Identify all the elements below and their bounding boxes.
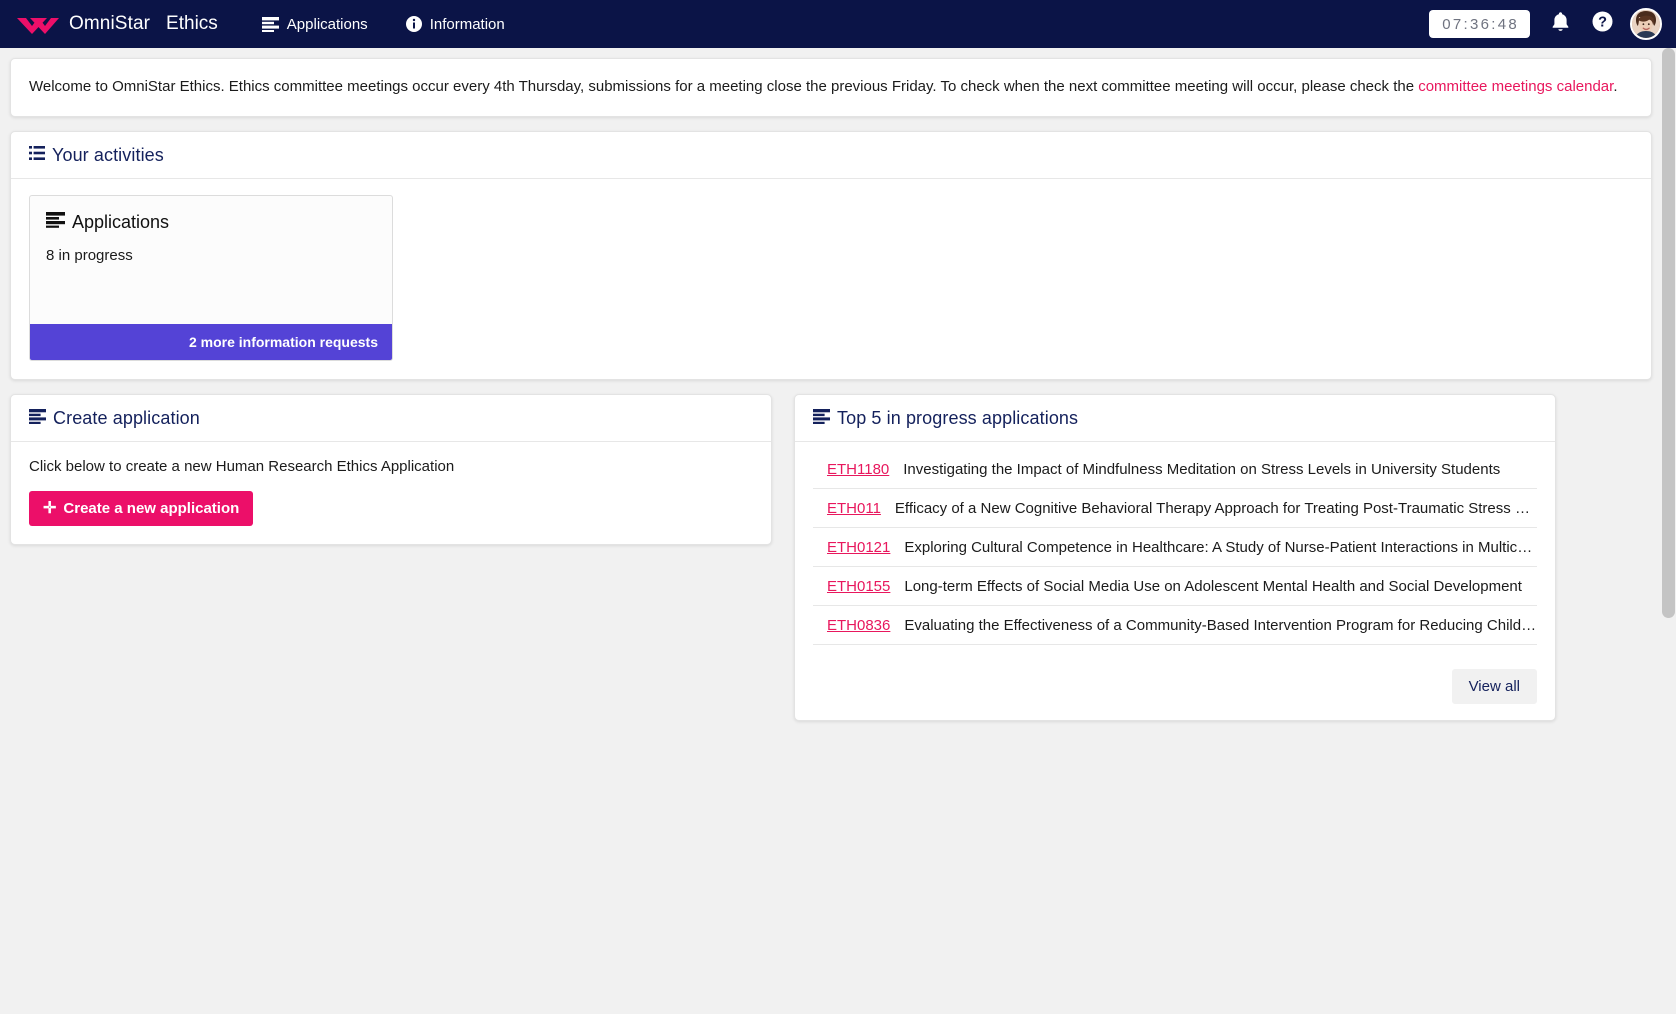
top-applications-header: Top 5 in progress applications (795, 395, 1555, 442)
session-timer: 07:36:48 (1429, 10, 1530, 38)
page-content: Welcome to OmniStar Ethics. Ethics commi… (0, 48, 1676, 1020)
more-information-requests-button[interactable]: 2 more information requests (30, 324, 392, 360)
application-code-link[interactable]: ETH0155 (813, 578, 890, 595)
activity-tile-header: Applications (46, 212, 376, 233)
your-activities-header: Your activities (11, 132, 1651, 179)
activity-tile-subtitle: 8 in progress (46, 247, 133, 264)
top-navigation-bar: OmniStar Ethics Applications Information… (0, 0, 1676, 48)
application-title: Exploring Cultural Competence in Healthc… (904, 539, 1537, 556)
svg-text:?: ? (1598, 15, 1607, 31)
create-application-card: Create application Click below to create… (10, 394, 772, 545)
your-activities-body: Applications 8 in progress 2 more inform… (11, 179, 1651, 379)
create-application-title: Create application (53, 408, 200, 428)
table-row[interactable]: ETH0836 Evaluating the Effectiveness of … (813, 606, 1537, 645)
user-avatar[interactable] (1630, 8, 1662, 40)
list-lines-icon (29, 146, 45, 165)
view-all-button[interactable]: View all (1451, 669, 1537, 704)
list-stack-icon (813, 408, 830, 429)
application-title: Efficacy of a New Cognitive Behavioral T… (894, 500, 1537, 517)
activity-tile-content: Applications 8 in progress (30, 196, 392, 324)
create-new-application-button[interactable]: ✛ Create a new application (29, 491, 254, 526)
create-application-header: Create application (11, 395, 771, 442)
nav-item-applications-label: Applications (286, 15, 368, 33)
welcome-message: Welcome to OmniStar Ethics. Ethics commi… (11, 59, 1651, 116)
application-title: Long-term Effects of Social Media Use on… (904, 578, 1522, 595)
create-application-body: Click below to create a new Human Resear… (11, 442, 771, 544)
vertical-scrollbar-thumb[interactable] (1662, 48, 1675, 618)
top-applications-column: Top 5 in progress applications ETH1180 I… (794, 394, 1556, 735)
application-title: Investigating the Impact of Mindfulness … (903, 461, 1501, 478)
product-name: Ethics (166, 13, 218, 34)
nav-item-information[interactable]: Information (396, 10, 515, 39)
top-applications-footer: View all (795, 655, 1555, 720)
list-stack-icon (261, 16, 279, 32)
list-stack-icon (29, 408, 46, 429)
top-applications-title: Top 5 in progress applications (837, 408, 1079, 428)
question-circle-icon: ? (1592, 11, 1613, 37)
help-button[interactable]: ? (1588, 10, 1616, 38)
nav-item-information-label: Information (429, 15, 505, 33)
welcome-text-before: Welcome to OmniStar Ethics. Ethics commi… (29, 78, 1419, 95)
table-row[interactable]: ETH0155 Long-term Effects of Social Medi… (813, 567, 1537, 606)
create-new-application-label: Create a new application (63, 500, 240, 517)
top-applications-card: Top 5 in progress applications ETH1180 I… (794, 394, 1556, 721)
application-code-link[interactable]: ETH011 (813, 500, 881, 517)
notifications-button[interactable] (1546, 10, 1574, 38)
application-code-link[interactable]: ETH1180 (813, 461, 889, 478)
create-application-hint: Click below to create a new Human Resear… (29, 458, 455, 475)
table-row[interactable]: ETH1180 Investigating the Impact of Mind… (813, 450, 1537, 489)
info-circle-icon (405, 16, 422, 32)
welcome-text-after: . (1613, 78, 1618, 95)
application-code-link[interactable]: ETH0121 (813, 539, 890, 556)
user-avatar-photo-icon (1632, 10, 1660, 38)
activity-tile-applications[interactable]: Applications 8 in progress 2 more inform… (29, 195, 393, 361)
list-stack-icon (46, 212, 65, 233)
omnistar-chevrons-logo-icon (16, 13, 60, 35)
activity-tile-title: Applications (72, 212, 170, 232)
brand-name: OmniStar (69, 13, 151, 34)
application-title: Evaluating the Effectiveness of a Commun… (904, 617, 1537, 634)
application-code-link[interactable]: ETH0836 (813, 617, 890, 634)
committee-meetings-calendar-link[interactable]: committee meetings calendar (1418, 78, 1613, 95)
your-activities-card: Your activities Applications 8 in progre… (10, 131, 1652, 380)
create-application-column: Create application Click below to create… (10, 394, 772, 559)
nav-item-applications[interactable]: Applications (252, 10, 378, 39)
page-bottom-strip (0, 1014, 1676, 1020)
brand-logo-group[interactable]: OmniStar Ethics (16, 13, 218, 35)
bell-icon (1551, 11, 1570, 37)
table-row[interactable]: ETH0121 Exploring Cultural Competence in… (813, 528, 1537, 567)
plus-icon: ✛ (43, 499, 57, 517)
vertical-scrollbar-track[interactable] (1661, 48, 1676, 1020)
table-row[interactable]: ETH011 Efficacy of a New Cognitive Behav… (813, 489, 1537, 528)
welcome-banner-card: Welcome to OmniStar Ethics. Ethics commi… (10, 58, 1652, 117)
dashboard-columns: Create application Click below to create… (10, 394, 1652, 735)
top-applications-list: ETH1180 Investigating the Impact of Mind… (795, 442, 1555, 655)
your-activities-title: Your activities (52, 145, 164, 165)
